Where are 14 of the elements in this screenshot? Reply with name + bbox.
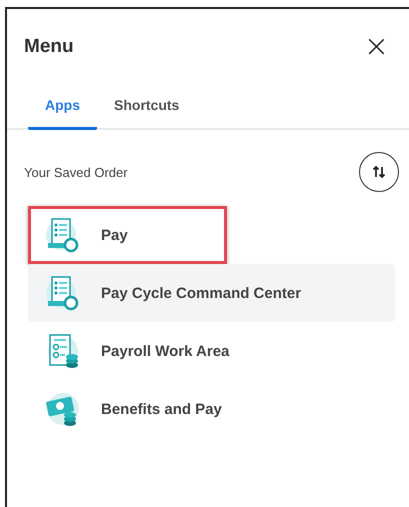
tab[interactable]: Shortcuts (97, 97, 196, 130)
payslip-icon (45, 275, 81, 311)
section-title: Your Saved Order (24, 164, 128, 180)
menu-title: Menu (24, 36, 74, 58)
tab[interactable]: Apps (28, 97, 97, 130)
payroll-icon (45, 333, 81, 369)
sort-button[interactable] (359, 152, 399, 192)
app-item[interactable]: Payroll Work Area (28, 322, 395, 380)
app-item[interactable]: Benefits and Pay (28, 380, 395, 438)
payslip-icon (45, 217, 81, 253)
close-button[interactable]: × (360, 32, 393, 62)
app-item[interactable]: Pay Cycle Command Center (28, 264, 395, 322)
money-icon (45, 391, 81, 427)
sort-icon (372, 165, 386, 179)
